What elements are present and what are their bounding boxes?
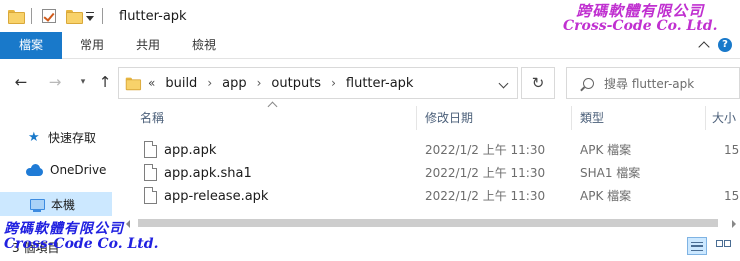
toolbar-divider — [31, 8, 32, 24]
table-row[interactable]: app.apk 2022/1/2 上午 11:30 APK 檔案 15 — [124, 139, 740, 162]
sidebar-item-label: 快速存取 — [48, 130, 97, 145]
sidebar-item-label: OneDrive — [50, 163, 107, 177]
sidebar-item-label: 本機 — [51, 197, 76, 212]
scroll-left-icon[interactable] — [126, 220, 130, 228]
file-name: app-release.apk — [164, 189, 269, 204]
file-icon — [144, 187, 157, 204]
customize-toolbar-dropdown-icon[interactable] — [86, 11, 94, 21]
star-icon: ★ — [28, 129, 40, 145]
table-row[interactable]: app-release.apk 2022/1/2 上午 11:30 APK 檔案… — [124, 185, 740, 208]
sidebar-scrollbar[interactable] — [112, 106, 124, 224]
new-folder-icon[interactable] — [66, 10, 83, 24]
breadcrumb-chevron-icon[interactable]: › — [257, 76, 262, 90]
file-icon — [144, 141, 157, 158]
tab-view[interactable]: 檢視 — [188, 32, 220, 59]
file-size: 15 — [724, 189, 740, 203]
up-arrow-icon[interactable]: ↑ — [96, 72, 114, 92]
column-divider[interactable] — [571, 106, 572, 130]
table-row[interactable]: app.apk.sha1 2022/1/2 上午 11:30 SHA1 檔案 — [124, 162, 740, 185]
file-type: APK 檔案 — [580, 189, 632, 203]
back-arrow-icon[interactable]: ← — [12, 72, 30, 92]
ribbon-controls: ? — [698, 38, 732, 53]
navigation-bar: ← → ▾ ↑ « build › app › outputs › flutte… — [0, 60, 740, 106]
folder-icon — [125, 77, 142, 91]
watermark-top: 跨碼軟體有限公司 Cross-Code Co. Ltd. — [563, 4, 717, 34]
breadcrumb-build[interactable]: build — [165, 76, 197, 91]
pc-icon — [30, 198, 45, 212]
file-icon — [144, 164, 157, 181]
item-count: 3 個項目 — [12, 241, 60, 255]
folder-icon — [8, 10, 25, 24]
scrollbar-thumb[interactable] — [138, 219, 718, 227]
ribbon-tabs: 檔案 常用 共用 檢視 ? — [0, 32, 740, 59]
column-header-name[interactable]: 名稱 — [140, 106, 164, 130]
address-bar[interactable]: « build › app › outputs › flutter-apk — [118, 67, 518, 99]
collapse-ribbon-icon[interactable] — [698, 41, 710, 53]
tab-share[interactable]: 共用 — [132, 32, 164, 59]
breadcrumb-overflow[interactable]: « — [148, 76, 155, 90]
recent-locations-chevron-icon[interactable]: ▾ — [74, 72, 92, 92]
search-box[interactable]: 搜尋 flutter-apk — [566, 67, 740, 99]
quick-access-toolbar — [0, 0, 111, 32]
file-list: 名稱 修改日期 類型 大小 app.apk 2022/1/2 上午 11:30 … — [124, 101, 740, 232]
file-date: 2022/1/2 上午 11:30 — [425, 166, 546, 180]
file-type: APK 檔案 — [580, 143, 632, 157]
file-date: 2022/1/2 上午 11:30 — [425, 143, 546, 157]
file-name: app.apk.sha1 — [164, 166, 252, 181]
details-view-icon[interactable] — [687, 237, 707, 255]
breadcrumb-chevron-icon[interactable]: › — [207, 76, 212, 90]
column-header-type[interactable]: 類型 — [580, 106, 604, 130]
breadcrumb-app[interactable]: app — [222, 76, 246, 91]
sidebar-item-this-pc[interactable]: 本機 — [0, 192, 112, 216]
forward-arrow-icon[interactable]: → — [46, 72, 64, 92]
refresh-icon[interactable]: ↻ — [521, 67, 555, 99]
tab-home[interactable]: 常用 — [76, 32, 108, 59]
file-date: 2022/1/2 上午 11:30 — [425, 189, 546, 203]
window-title: flutter-apk — [119, 8, 187, 24]
column-divider[interactable] — [416, 106, 417, 130]
scroll-right-icon[interactable] — [732, 220, 736, 228]
help-icon[interactable]: ? — [718, 38, 732, 52]
search-input[interactable]: 搜尋 flutter-apk — [604, 75, 694, 92]
column-header-size[interactable]: 大小 — [712, 106, 736, 130]
breadcrumb-outputs[interactable]: outputs — [271, 76, 321, 91]
breadcrumb-flutter-apk[interactable]: flutter-apk — [346, 76, 414, 91]
sidebar-item-onedrive[interactable]: OneDrive — [0, 158, 112, 182]
large-icons-view-icon[interactable] — [713, 237, 733, 255]
toolbar-divider — [102, 8, 103, 24]
file-size: 15 — [724, 143, 740, 157]
search-icon — [583, 77, 594, 89]
cloud-icon — [26, 164, 44, 176]
file-type: SHA1 檔案 — [580, 166, 641, 180]
status-bar: 3 個項目 — [0, 232, 740, 261]
sidebar-item-quick-access[interactable]: ★ 快速存取 — [0, 125, 112, 149]
column-header-date[interactable]: 修改日期 — [425, 106, 473, 130]
watermark-company-chinese: 跨碼軟體有限公司 — [576, 2, 705, 20]
tab-file[interactable]: 檔案 — [0, 32, 62, 59]
breadcrumb-chevron-icon[interactable]: › — [331, 76, 336, 90]
file-name: app.apk — [164, 143, 217, 158]
properties-check-icon[interactable] — [42, 9, 56, 23]
address-dropdown-icon[interactable] — [498, 78, 509, 89]
horizontal-scrollbar[interactable] — [124, 216, 740, 230]
column-divider[interactable] — [705, 106, 706, 130]
